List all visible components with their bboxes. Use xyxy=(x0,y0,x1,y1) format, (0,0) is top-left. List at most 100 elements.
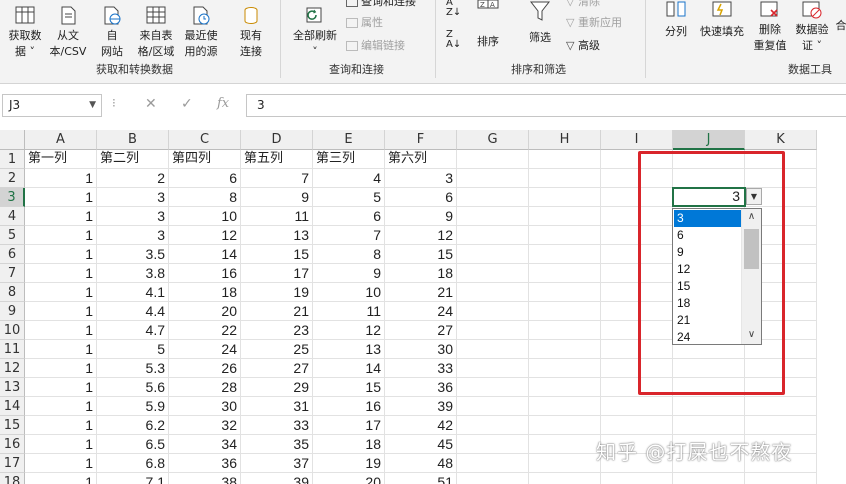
row-header[interactable]: 6 xyxy=(0,245,25,264)
cell[interactable]: 10 xyxy=(313,283,385,302)
cell[interactable]: 19 xyxy=(241,283,313,302)
cell[interactable]: 6.5 xyxy=(97,435,169,454)
cell[interactable]: 3.5 xyxy=(97,245,169,264)
cell[interactable] xyxy=(529,321,601,340)
cell[interactable]: 5 xyxy=(97,340,169,359)
cell[interactable]: 5.3 xyxy=(97,359,169,378)
advanced-filter-item[interactable]: ▽ 高级 xyxy=(566,38,600,54)
cell[interactable] xyxy=(529,435,601,454)
cell[interactable]: 17 xyxy=(241,264,313,283)
cell[interactable] xyxy=(673,473,745,484)
cell[interactable]: 38 xyxy=(169,473,241,484)
cell[interactable]: 31 xyxy=(241,397,313,416)
cell[interactable]: 2 xyxy=(97,169,169,188)
cell[interactable]: 27 xyxy=(385,321,457,340)
cell[interactable] xyxy=(601,397,673,416)
cell[interactable]: 24 xyxy=(169,340,241,359)
cell[interactable] xyxy=(673,397,745,416)
cell[interactable]: 1 xyxy=(25,340,97,359)
row-header[interactable]: 13 xyxy=(0,378,25,397)
enter-icon[interactable]: ✓ xyxy=(181,96,193,112)
cell[interactable] xyxy=(457,416,529,435)
cell[interactable]: 25 xyxy=(241,340,313,359)
cell[interactable]: 1 xyxy=(25,226,97,245)
cell[interactable]: 6 xyxy=(169,169,241,188)
cell[interactable] xyxy=(529,188,601,207)
column-header-f[interactable]: F xyxy=(385,130,457,150)
cell[interactable]: 6 xyxy=(313,207,385,226)
cell[interactable]: 32 xyxy=(169,416,241,435)
cell[interactable]: 30 xyxy=(169,397,241,416)
get-data-button[interactable]: 获取数 据 ˅ xyxy=(2,6,48,60)
sort-button[interactable]: ZA 排序 xyxy=(470,0,506,50)
cell[interactable]: 42 xyxy=(385,416,457,435)
cell[interactable] xyxy=(457,359,529,378)
cell[interactable] xyxy=(457,150,529,169)
cell[interactable]: 4 xyxy=(313,169,385,188)
cell[interactable]: 34 xyxy=(169,435,241,454)
cell[interactable]: 30 xyxy=(385,340,457,359)
header-cell[interactable]: 第三列 xyxy=(313,150,385,169)
cell[interactable] xyxy=(457,321,529,340)
cell[interactable] xyxy=(529,169,601,188)
cell[interactable] xyxy=(529,454,601,473)
cell[interactable] xyxy=(457,283,529,302)
cell[interactable]: 23 xyxy=(241,321,313,340)
cell[interactable] xyxy=(529,264,601,283)
cell[interactable] xyxy=(457,207,529,226)
cell[interactable]: 1 xyxy=(25,245,97,264)
cell[interactable] xyxy=(529,359,601,378)
cell[interactable]: 33 xyxy=(385,359,457,378)
header-cell[interactable]: 第一列 xyxy=(25,150,97,169)
cell[interactable] xyxy=(457,169,529,188)
cell[interactable] xyxy=(529,245,601,264)
cell[interactable]: 1 xyxy=(25,302,97,321)
column-header-a[interactable]: A xyxy=(25,130,97,150)
header-cell[interactable]: 第四列 xyxy=(169,150,241,169)
cell[interactable]: 13 xyxy=(241,226,313,245)
cell[interactable] xyxy=(457,340,529,359)
reapply-filter-item[interactable]: ▽ 重新应用 xyxy=(566,15,622,31)
cell[interactable]: 6.8 xyxy=(97,454,169,473)
row-header[interactable]: 4 xyxy=(0,207,25,226)
cell[interactable]: 12 xyxy=(313,321,385,340)
cell[interactable]: 1 xyxy=(25,321,97,340)
row-header[interactable]: 18 xyxy=(0,473,25,484)
cell[interactable]: 6 xyxy=(385,188,457,207)
cell[interactable] xyxy=(529,416,601,435)
cell[interactable]: 45 xyxy=(385,435,457,454)
name-box[interactable]: J3 ▼ xyxy=(2,94,102,117)
from-text-csv-button[interactable]: 从文 本/CSV xyxy=(46,6,90,60)
cell[interactable]: 1 xyxy=(25,416,97,435)
row-header[interactable]: 14 xyxy=(0,397,25,416)
cell[interactable]: 5.9 xyxy=(97,397,169,416)
cell[interactable]: 24 xyxy=(385,302,457,321)
cell[interactable]: 36 xyxy=(169,454,241,473)
cell[interactable] xyxy=(457,302,529,321)
cell[interactable]: 3 xyxy=(97,226,169,245)
refresh-all-button[interactable]: 全部刷新 ˅ xyxy=(286,6,344,60)
cell[interactable]: 1 xyxy=(25,378,97,397)
cell[interactable]: 8 xyxy=(313,245,385,264)
column-header-i[interactable]: I xyxy=(601,130,673,150)
cell[interactable]: 39 xyxy=(241,473,313,484)
cell[interactable] xyxy=(529,226,601,245)
cell[interactable] xyxy=(529,378,601,397)
formula-input[interactable]: 3 xyxy=(246,94,846,117)
cell[interactable]: 1 xyxy=(25,207,97,226)
chevron-down-icon[interactable]: ▼ xyxy=(89,95,96,116)
row-header[interactable]: 10 xyxy=(0,321,25,340)
cell[interactable]: 21 xyxy=(385,283,457,302)
cell[interactable]: 37 xyxy=(241,454,313,473)
cell[interactable]: 33 xyxy=(241,416,313,435)
cell[interactable]: 4.7 xyxy=(97,321,169,340)
row-header[interactable]: 8 xyxy=(0,283,25,302)
cell[interactable]: 13 xyxy=(313,340,385,359)
cell[interactable]: 6.2 xyxy=(97,416,169,435)
drag-handle-icon[interactable]: ⁝ xyxy=(112,96,116,110)
cell[interactable]: 35 xyxy=(241,435,313,454)
cell[interactable] xyxy=(457,245,529,264)
column-header-k[interactable]: K xyxy=(745,130,817,150)
cell[interactable]: 4.1 xyxy=(97,283,169,302)
row-header[interactable]: 12 xyxy=(0,359,25,378)
